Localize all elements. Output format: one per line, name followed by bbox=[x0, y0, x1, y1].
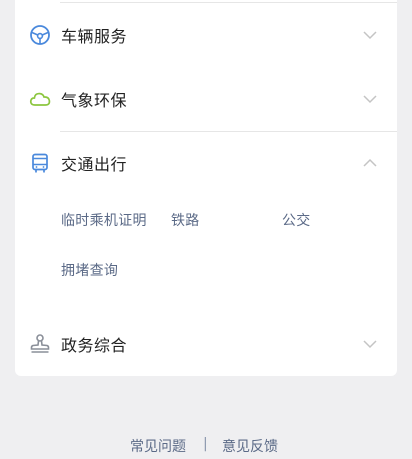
feedback-link[interactable]: 意见反馈 bbox=[222, 436, 278, 456]
service-card: 车辆服务 气象环保 交通出行 临时乘机证明 铁路 公交 拥堵查询 政务综合 bbox=[15, 0, 397, 376]
chevron-down-icon bbox=[363, 95, 377, 104]
footer-separator: | bbox=[203, 436, 208, 452]
section-label: 气象环保 bbox=[61, 91, 128, 110]
section-transportation[interactable]: 交通出行 bbox=[15, 138, 397, 188]
section-label: 交通出行 bbox=[61, 155, 128, 174]
bus-icon bbox=[29, 152, 51, 174]
chevron-up-icon bbox=[363, 158, 377, 167]
stamp-icon bbox=[29, 333, 51, 355]
sub-item-temporary-boarding-certificate[interactable]: 临时乘机证明 bbox=[61, 210, 147, 230]
section-government-affairs[interactable]: 政务综合 bbox=[15, 319, 397, 369]
sub-item-congestion-query[interactable]: 拥堵查询 bbox=[61, 260, 118, 280]
section-vehicle-services[interactable]: 车辆服务 bbox=[15, 10, 397, 60]
footer-links: 常见问题 | 意见反馈 bbox=[0, 436, 412, 456]
chevron-down-icon bbox=[363, 31, 377, 40]
sub-item-bus[interactable]: 公交 bbox=[282, 210, 311, 230]
section-label: 车辆服务 bbox=[61, 27, 128, 46]
chevron-down-icon bbox=[363, 340, 377, 349]
cloud-icon bbox=[29, 88, 51, 110]
section-weather-environment[interactable]: 气象环保 bbox=[15, 74, 397, 124]
divider bbox=[60, 131, 397, 132]
sub-item-railway[interactable]: 铁路 bbox=[171, 210, 200, 230]
faq-link[interactable]: 常见问题 bbox=[130, 436, 186, 456]
section-label: 政务综合 bbox=[61, 336, 128, 355]
divider bbox=[60, 2, 397, 3]
steering-wheel-icon bbox=[29, 24, 51, 46]
